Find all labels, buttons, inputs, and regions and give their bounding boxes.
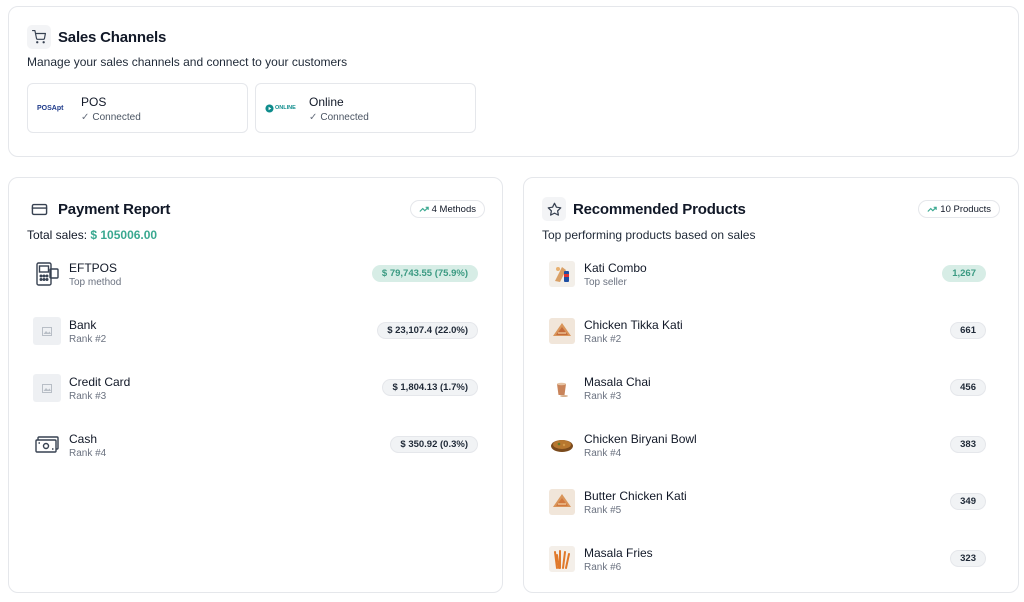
product-sales-count: 323: [950, 550, 986, 567]
trending-up-icon: [927, 206, 938, 212]
product-name: Chicken Tikka Kati: [584, 318, 683, 332]
payment-method-meta: Rank #4: [69, 448, 107, 459]
product-row[interactable]: Chicken Tikka Kati Rank #2 661: [542, 317, 990, 349]
recommended-products-card: Recommended Products 10 Products Top per…: [523, 177, 1019, 593]
kati-combo-image: [548, 260, 576, 288]
payment-method-meta: Rank #2: [69, 334, 107, 345]
check-icon: ✓: [309, 112, 318, 123]
methods-badge: 4 Methods: [409, 200, 485, 218]
sales-channels-header: Sales Channels: [27, 25, 166, 49]
payment-method-name: Bank: [69, 318, 97, 332]
payment-method-meta: Top method: [69, 277, 122, 288]
payment-method-amount: $ 79,743.55 (75.9%): [371, 265, 478, 282]
payment-method-meta: Rank #3: [69, 391, 107, 402]
payment-report-title: Payment Report: [58, 200, 171, 218]
channel-status: ✓ Connected: [309, 112, 369, 123]
product-row[interactable]: Kati Combo Top seller 1,267: [542, 260, 990, 292]
payment-row-credit-card[interactable]: Credit Card Rank #3 $ 1,804.13 (1.7%): [27, 374, 482, 406]
product-name: Chicken Biryani Bowl: [584, 432, 697, 446]
sales-channels-subtitle: Manage your sales channels and connect t…: [27, 55, 348, 69]
total-sales-value: $ 105006.00: [90, 228, 158, 242]
product-row[interactable]: Chicken Biryani Bowl Rank #4 383: [542, 431, 990, 463]
payment-report-card: Payment Report 4 Methods Total sales: $ …: [8, 177, 503, 593]
payment-row-eftpos[interactable]: EFTPOS Top method $ 79,743.55 (75.9%): [27, 260, 482, 292]
masala-chai-image: [548, 374, 576, 402]
cash-icon: [33, 431, 61, 459]
payment-method-name: EFTPOS: [69, 261, 118, 275]
butter-chicken-kati-image: [548, 488, 576, 516]
product-sales-count: 349: [950, 493, 986, 510]
check-icon: ✓: [81, 112, 90, 123]
product-name: Kati Combo: [584, 261, 647, 275]
product-name: Masala Fries: [584, 546, 653, 560]
trending-up-icon: [419, 206, 429, 212]
payment-row-bank[interactable]: Bank Rank #2 $ 23,107.4 (22.0%): [27, 317, 482, 349]
sales-channels-title: Sales Channels: [58, 28, 167, 46]
product-meta: Rank #4: [584, 448, 622, 459]
channel-pos[interactable]: POSApt POS ✓ Connected: [27, 83, 248, 133]
product-sales-count: 456: [950, 379, 986, 396]
online-logo: ONLINE: [265, 101, 297, 115]
product-sales-count: 383: [950, 436, 986, 453]
channel-status: ✓ Connected: [81, 112, 141, 123]
product-meta: Top seller: [584, 277, 627, 288]
pos-logo: POSApt: [37, 104, 64, 112]
product-meta: Rank #2: [584, 334, 622, 345]
product-row[interactable]: Butter Chicken Kati Rank #5 349: [542, 488, 990, 520]
cart-icon: [27, 25, 51, 49]
payment-method-amount: $ 350.92 (0.3%): [390, 436, 478, 453]
payment-report-header: Payment Report: [27, 197, 170, 221]
recommended-products-title: Recommended Products: [573, 200, 746, 218]
payment-method-amount: $ 1,804.13 (1.7%): [382, 379, 478, 396]
image-placeholder-icon: [33, 374, 61, 402]
masala-fries-image: [548, 545, 576, 573]
chicken-tikka-kati-image: [548, 317, 576, 345]
total-sales: Total sales: $ 105006.00: [27, 228, 158, 242]
product-meta: Rank #3: [584, 391, 622, 402]
product-meta: Rank #5: [584, 505, 622, 516]
products-badge: 10 Products: [918, 200, 1000, 218]
product-meta: Rank #6: [584, 562, 622, 573]
image-placeholder-icon: [33, 317, 61, 345]
payment-method-name: Credit Card: [69, 375, 131, 389]
payment-method-amount: $ 23,107.4 (22.0%): [377, 322, 478, 339]
chicken-biryani-bowl-image: [548, 431, 576, 459]
product-sales-count: 1,267: [942, 265, 986, 282]
channel-name: Online: [309, 95, 344, 109]
channel-online[interactable]: ONLINE Online ✓ Connected: [255, 83, 476, 133]
payment-method-name: Cash: [69, 432, 98, 446]
sales-channels-card: Sales Channels Manage your sales channel…: [8, 6, 1019, 157]
product-row[interactable]: Masala Fries Rank #6 323: [542, 545, 990, 577]
payment-row-cash[interactable]: Cash Rank #4 $ 350.92 (0.3%): [27, 431, 482, 463]
product-name: Butter Chicken Kati: [584, 489, 687, 503]
recommended-products-header: Recommended Products: [542, 197, 746, 221]
eftpos-terminal-icon: [33, 260, 61, 288]
product-sales-count: 661: [950, 322, 986, 339]
product-row[interactable]: Masala Chai Rank #3 456: [542, 374, 990, 406]
channel-name: POS: [81, 95, 107, 109]
star-icon: [542, 197, 566, 221]
recommended-products-subtitle: Top performing products based on sales: [542, 228, 756, 242]
credit-card-icon: [27, 197, 51, 221]
product-name: Masala Chai: [584, 375, 651, 389]
